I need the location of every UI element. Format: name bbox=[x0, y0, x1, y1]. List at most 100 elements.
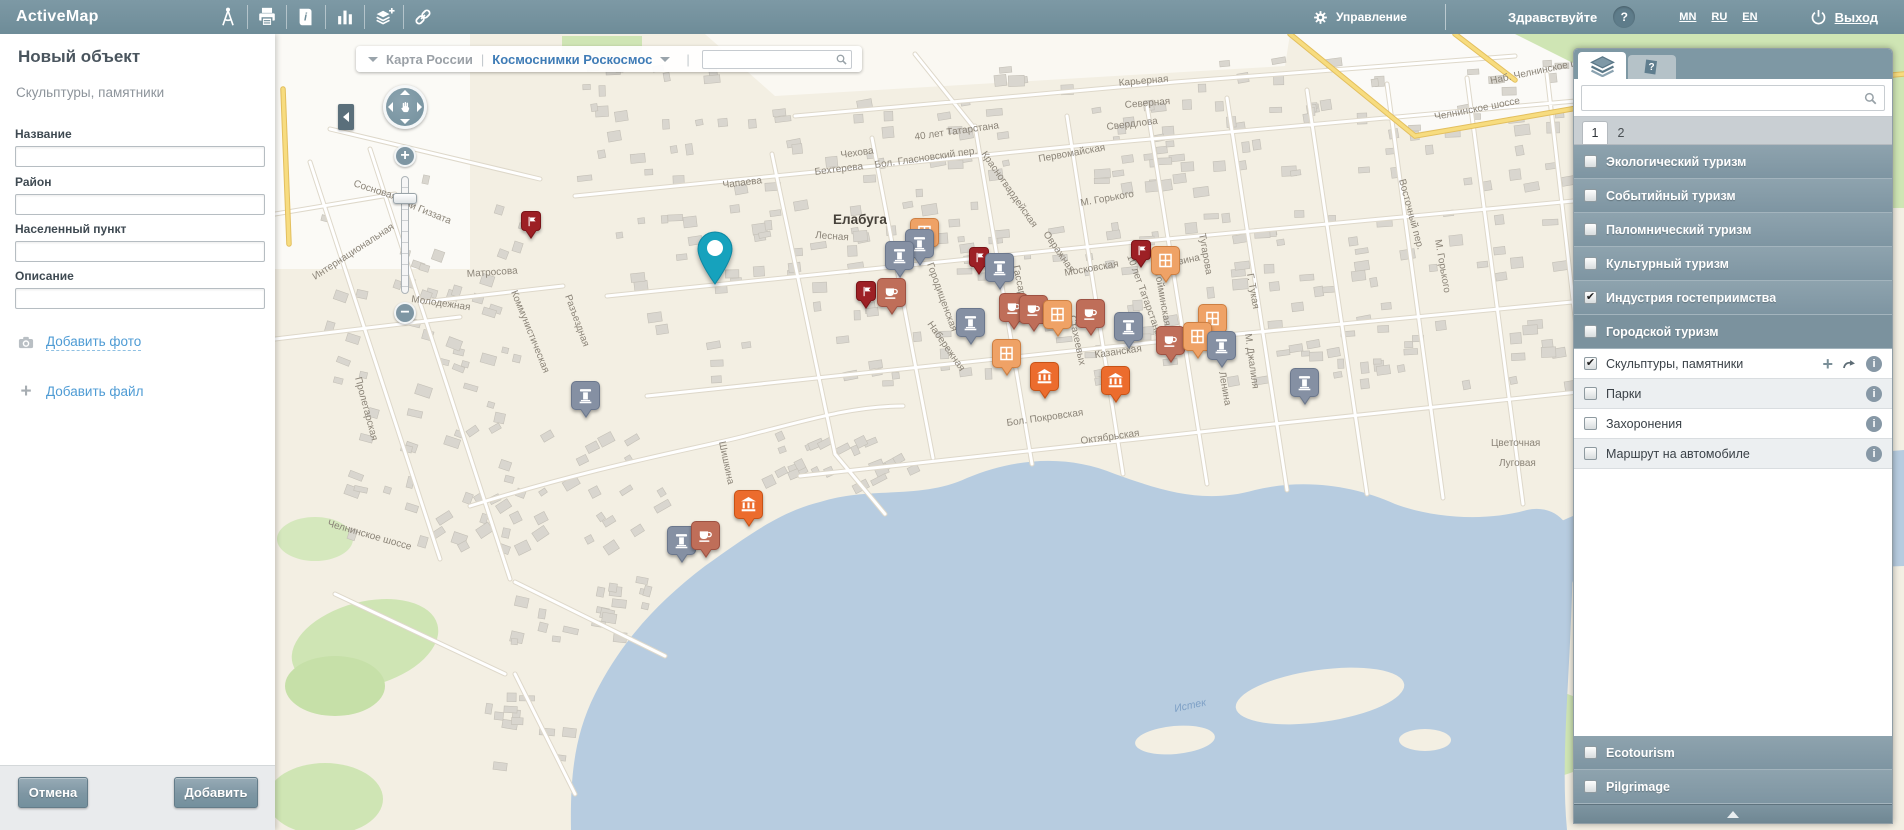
layer-row-Захоронения[interactable]: Захороненияi bbox=[1574, 409, 1892, 439]
layers-tab[interactable] bbox=[1578, 52, 1626, 79]
chevron-up-icon bbox=[1727, 811, 1739, 818]
checkbox[interactable] bbox=[1584, 155, 1597, 168]
flag-marker[interactable] bbox=[521, 211, 541, 238]
measure-icon[interactable] bbox=[209, 0, 247, 34]
monument-marker[interactable] bbox=[1114, 312, 1143, 350]
zoom-in-button[interactable]: + bbox=[394, 145, 416, 167]
new-object-panel: Новый объект Скульптуры, памятники Назва… bbox=[0, 34, 275, 830]
pan-control[interactable] bbox=[383, 85, 427, 129]
search-icon[interactable] bbox=[835, 53, 848, 66]
group-row-Культурный туризм[interactable]: Культурный туризм bbox=[1574, 247, 1892, 281]
layers-search-input[interactable] bbox=[1581, 85, 1885, 111]
print-icon[interactable] bbox=[248, 0, 286, 34]
add-photo-link[interactable]: Добавить фото bbox=[15, 334, 141, 351]
checkbox[interactable] bbox=[1584, 417, 1597, 430]
checkbox[interactable] bbox=[1584, 746, 1597, 759]
pan-up-icon[interactable] bbox=[400, 90, 410, 95]
monument-marker[interactable] bbox=[1207, 331, 1236, 369]
info-icon[interactable]: i bbox=[1866, 386, 1882, 402]
group-row-Pilgrimage[interactable]: Pilgrimage bbox=[1574, 770, 1892, 804]
group-row-Событийный туризм[interactable]: Событийный туризм bbox=[1574, 179, 1892, 213]
cafe-marker[interactable] bbox=[1076, 299, 1105, 337]
divider bbox=[1445, 4, 1446, 30]
active-layer-link[interactable]: Космоснимки Роскосмос bbox=[492, 52, 652, 67]
museum-marker[interactable] bbox=[1101, 366, 1130, 404]
checkbox[interactable] bbox=[1584, 387, 1597, 400]
legend-tab[interactable]: ? bbox=[1628, 55, 1676, 79]
route-icon[interactable] bbox=[1842, 356, 1858, 372]
checkbox[interactable] bbox=[1584, 291, 1597, 304]
checkbox[interactable] bbox=[1584, 257, 1597, 270]
map-search-input[interactable] bbox=[702, 50, 852, 69]
info-icon[interactable]: i bbox=[1866, 416, 1882, 432]
layer-row-Скульптуры, памятники[interactable]: Скульптуры, памятники+i bbox=[1574, 349, 1892, 379]
settlement-input[interactable] bbox=[15, 241, 265, 262]
checkbox[interactable] bbox=[1584, 189, 1597, 202]
checkbox[interactable] bbox=[1584, 780, 1597, 793]
base-map-link[interactable]: Карта России bbox=[386, 52, 473, 67]
cancel-button[interactable]: Отмена bbox=[18, 777, 88, 808]
pan-down-icon[interactable] bbox=[400, 119, 410, 124]
layer-row-Парки[interactable]: Паркиi bbox=[1574, 379, 1892, 409]
checkbox[interactable] bbox=[1584, 325, 1597, 338]
district-input[interactable] bbox=[15, 194, 265, 215]
frame-marker[interactable] bbox=[1151, 246, 1180, 284]
link-icon[interactable] bbox=[404, 0, 442, 34]
add-object-icon[interactable]: + bbox=[1822, 356, 1833, 372]
collapse-sidebar-button[interactable] bbox=[338, 104, 354, 130]
help-icon[interactable]: ? bbox=[1613, 6, 1635, 28]
frame-marker[interactable] bbox=[992, 339, 1021, 377]
cafe-marker[interactable] bbox=[1156, 326, 1185, 364]
cafe-marker[interactable] bbox=[877, 278, 906, 316]
chevron-down-icon[interactable] bbox=[660, 57, 670, 62]
group-row-Экологический туризм[interactable]: Экологический туризм bbox=[1574, 145, 1892, 179]
monument-marker[interactable] bbox=[571, 381, 600, 419]
search-icon[interactable] bbox=[1863, 91, 1878, 106]
monument-marker[interactable] bbox=[1290, 368, 1319, 406]
group-list: Экологический туризмСобытийный туризмПал… bbox=[1574, 145, 1892, 349]
add-file-link[interactable]: + Добавить файл bbox=[15, 383, 143, 400]
logout-button[interactable]: Выход bbox=[1809, 8, 1878, 27]
page-tab-1[interactable]: 1 bbox=[1582, 121, 1608, 144]
checkbox[interactable] bbox=[1584, 447, 1597, 460]
management-button[interactable]: Управление bbox=[1312, 9, 1407, 26]
zoom-out-button[interactable]: − bbox=[394, 302, 416, 324]
lang-ru[interactable]: RU bbox=[1711, 11, 1727, 23]
checkbox[interactable] bbox=[1584, 357, 1597, 370]
layer-row-Маршрут на автомобиле[interactable]: Маршрут на автомобилеi bbox=[1574, 439, 1892, 469]
group-row-Индустрия гостеприимства[interactable]: Индустрия гостеприимства bbox=[1574, 281, 1892, 315]
lang-en[interactable]: EN bbox=[1742, 11, 1757, 23]
info-icon[interactable]: i bbox=[1866, 356, 1882, 372]
selected-location-pin[interactable] bbox=[697, 231, 733, 290]
layer-label: Захоронения bbox=[1606, 417, 1866, 431]
description-input[interactable] bbox=[15, 288, 265, 309]
pan-left-icon[interactable] bbox=[388, 102, 393, 112]
page-tab-2[interactable]: 2 bbox=[1608, 121, 1634, 144]
add-layer-icon[interactable] bbox=[365, 0, 403, 34]
checkbox[interactable] bbox=[1584, 223, 1597, 236]
chevron-down-icon[interactable] bbox=[368, 57, 378, 62]
group-row-Паломнический туризм[interactable]: Паломнический туризм bbox=[1574, 213, 1892, 247]
group-row-Ecotourism[interactable]: Ecotourism bbox=[1574, 736, 1892, 770]
pan-right-icon[interactable] bbox=[417, 102, 422, 112]
museum-marker[interactable] bbox=[1030, 362, 1059, 400]
street-label: Луговая bbox=[1499, 458, 1536, 469]
camera-icon bbox=[15, 334, 37, 351]
zoom-slider-handle[interactable] bbox=[393, 193, 417, 204]
monument-marker[interactable] bbox=[985, 253, 1014, 291]
name-input[interactable] bbox=[15, 146, 265, 167]
panel-collapse-bar[interactable] bbox=[1574, 804, 1892, 823]
frame-marker[interactable] bbox=[1043, 300, 1072, 338]
museum-marker[interactable] bbox=[734, 490, 763, 528]
flag-marker[interactable] bbox=[1131, 240, 1151, 267]
info-icon[interactable]: i bbox=[1866, 446, 1882, 462]
cafe-marker[interactable] bbox=[691, 521, 720, 559]
flag-marker[interactable] bbox=[856, 281, 876, 308]
group-row-Городской туризм[interactable]: Городской туризм bbox=[1574, 315, 1892, 349]
guide-icon[interactable]: i bbox=[287, 0, 325, 34]
stats-icon[interactable] bbox=[326, 0, 364, 34]
lang-mn[interactable]: MN bbox=[1679, 11, 1696, 23]
submit-button[interactable]: Добавить bbox=[174, 777, 258, 808]
monument-marker[interactable] bbox=[956, 308, 985, 346]
monument-marker[interactable] bbox=[885, 241, 914, 279]
